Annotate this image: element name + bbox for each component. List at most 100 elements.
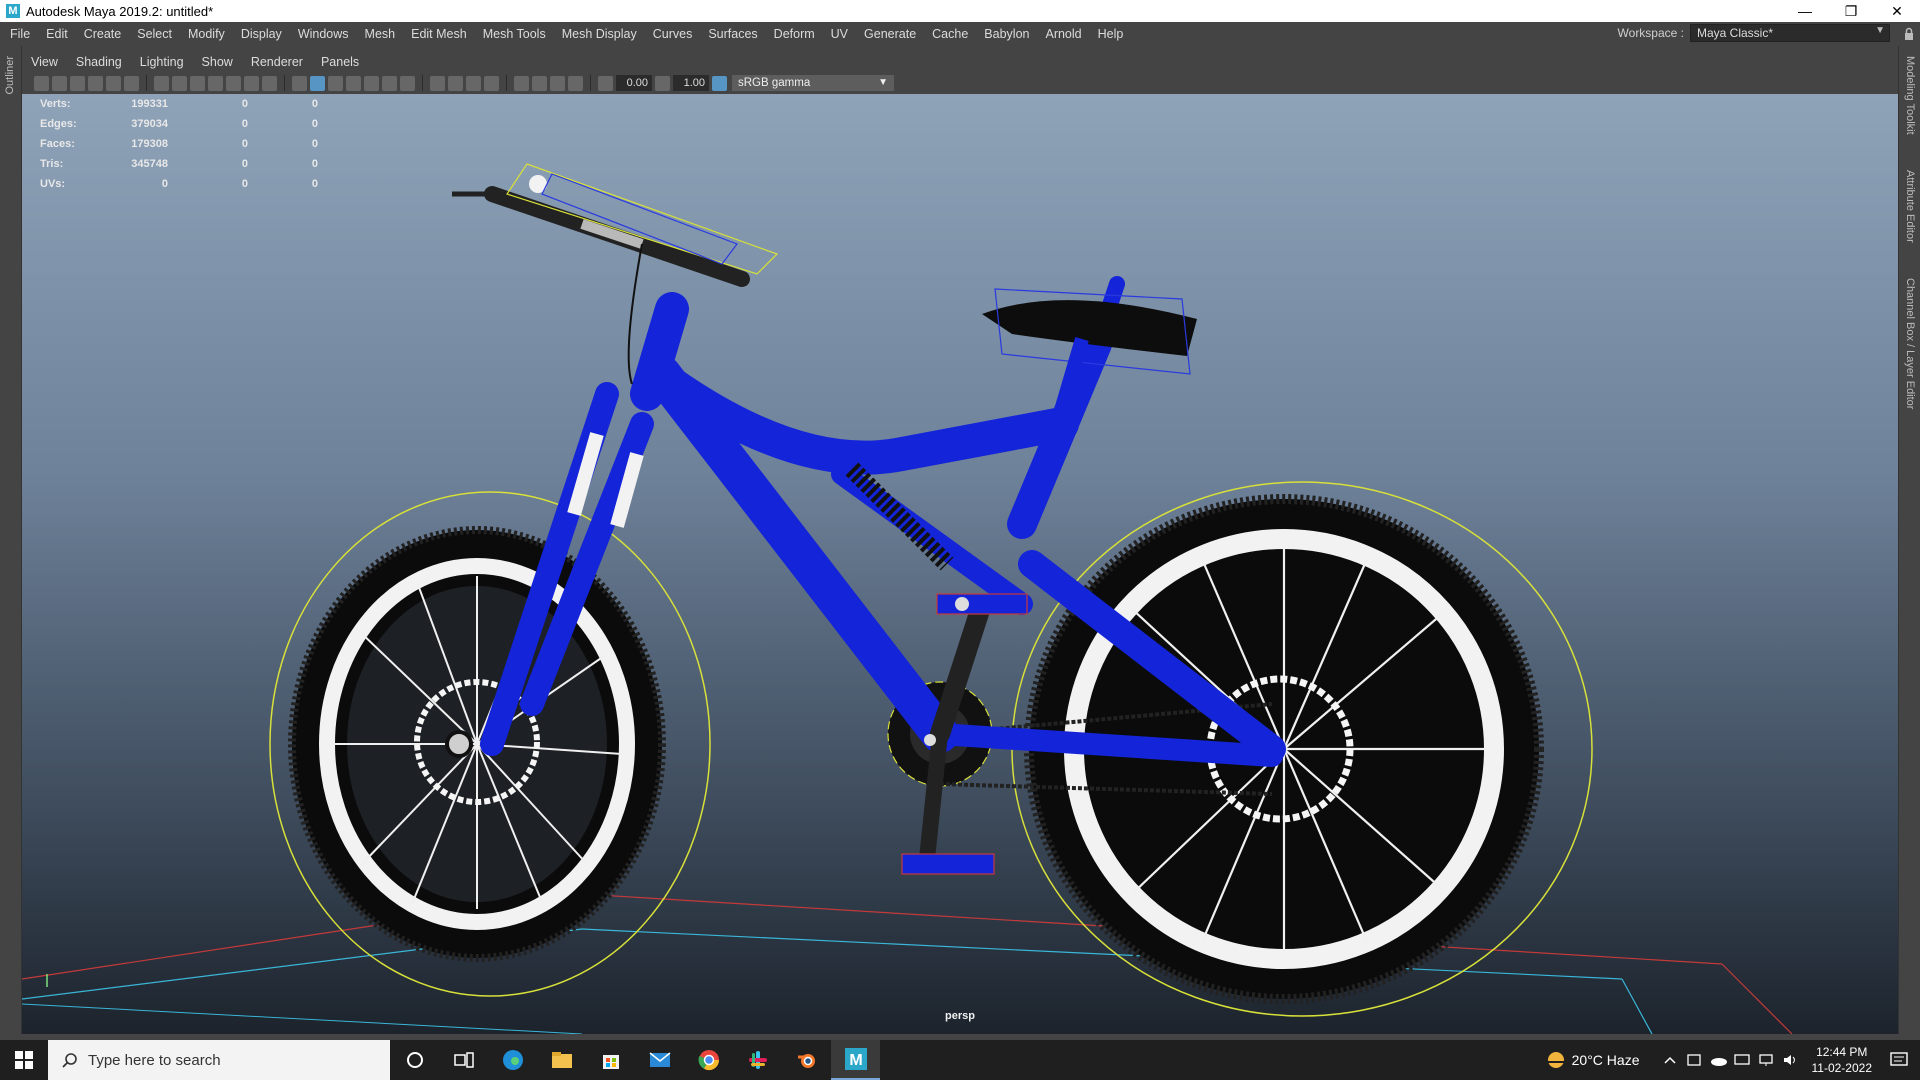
safe-title-icon[interactable]: [262, 75, 277, 91]
lock-icon[interactable]: [1904, 27, 1914, 40]
exposure-icon[interactable]: [598, 75, 613, 91]
onedrive-icon[interactable]: [1710, 1052, 1727, 1068]
menu-select[interactable]: Select: [129, 27, 180, 41]
minimize-icon[interactable]: —: [1782, 0, 1828, 22]
chrome-icon[interactable]: [684, 1040, 733, 1080]
windows-start-icon[interactable]: [0, 1040, 48, 1080]
menu-create[interactable]: Create: [76, 27, 130, 41]
shadows-icon[interactable]: [382, 75, 397, 91]
edge-icon[interactable]: [488, 1040, 537, 1080]
menu-surfaces[interactable]: Surfaces: [700, 27, 765, 41]
bike-scene[interactable]: [22, 94, 1898, 1034]
menu-edit-mesh[interactable]: Edit Mesh: [403, 27, 475, 41]
menu-mesh[interactable]: Mesh: [357, 27, 404, 41]
menu-mesh-display[interactable]: Mesh Display: [554, 27, 645, 41]
2d-pan-zoom-icon[interactable]: [106, 75, 121, 91]
panel-menu-panels[interactable]: Panels: [312, 55, 368, 69]
meet-now-icon[interactable]: [1686, 1052, 1702, 1068]
menu-babylon[interactable]: Babylon: [976, 27, 1037, 41]
attribute-editor-tab[interactable]: Attribute Editor: [1904, 170, 1916, 243]
outliner-strip[interactable]: Outliner: [0, 46, 22, 1048]
notifications-icon[interactable]: [1890, 1052, 1908, 1068]
exposure-field[interactable]: 0.00: [616, 75, 652, 91]
gamma-field[interactable]: 1.00: [673, 75, 709, 91]
bookmarks-icon[interactable]: [70, 75, 85, 91]
menu-cache[interactable]: Cache: [924, 27, 976, 41]
maya-icon[interactable]: M: [831, 1040, 880, 1080]
weather-widget[interactable]: 20°C Haze: [1546, 1050, 1640, 1070]
field-chart-icon[interactable]: [226, 75, 241, 91]
select-camera-icon[interactable]: [34, 75, 49, 91]
camera-attributes-icon[interactable]: [52, 75, 67, 91]
mail-icon[interactable]: [635, 1040, 684, 1080]
store-icon[interactable]: [586, 1040, 635, 1080]
toolbar-divider: [590, 75, 591, 91]
view-transform-select[interactable]: sRGB gamma ▼: [732, 75, 894, 91]
menu-uv[interactable]: UV: [823, 27, 856, 41]
weather-haze-icon: [1547, 1052, 1564, 1068]
smooth-shade-icon[interactable]: [310, 75, 325, 91]
isolate-select-icon[interactable]: [484, 75, 499, 91]
wireframe-on-shaded-icon[interactable]: [328, 75, 343, 91]
menu-edit[interactable]: Edit: [38, 27, 76, 41]
grease-pencil-icon[interactable]: [124, 75, 139, 91]
panel-menu-lighting[interactable]: Lighting: [131, 55, 193, 69]
menu-mesh-tools[interactable]: Mesh Tools: [475, 27, 554, 41]
gate-mask-icon[interactable]: [208, 75, 223, 91]
textured-icon[interactable]: [346, 75, 361, 91]
menu-arnold[interactable]: Arnold: [1037, 27, 1089, 41]
handlebar[interactable]: [452, 163, 779, 385]
hud-value: 0: [241, 178, 248, 190]
blender-icon[interactable]: [782, 1040, 831, 1080]
multisample-aa-icon[interactable]: [448, 75, 463, 91]
grid-icon[interactable]: [154, 75, 169, 91]
cortana-icon[interactable]: [390, 1040, 439, 1080]
gamma-icon[interactable]: [655, 75, 670, 91]
hud-value: 179308: [131, 138, 168, 150]
task-view-icon[interactable]: [439, 1040, 488, 1080]
panel-menu-view[interactable]: View: [22, 55, 67, 69]
menu-windows[interactable]: Windows: [290, 27, 357, 41]
xray-active-components-icon[interactable]: [532, 75, 547, 91]
wireframe-icon[interactable]: [292, 75, 307, 91]
file-explorer-icon[interactable]: [537, 1040, 586, 1080]
hud-label: Edges:: [40, 118, 77, 130]
panel-menu-shading[interactable]: Shading: [67, 55, 131, 69]
channel-box-tab[interactable]: Channel Box / Layer Editor: [1904, 278, 1916, 409]
front-wheel[interactable]: [288, 526, 666, 962]
close-icon[interactable]: ✕: [1874, 0, 1920, 22]
menu-modify[interactable]: Modify: [180, 27, 233, 41]
backface-culling-icon[interactable]: [568, 75, 583, 91]
depth-of-field-icon[interactable]: [466, 75, 481, 91]
modeling-toolkit-tab[interactable]: Modeling Toolkit: [1904, 56, 1916, 135]
xray-joints-icon[interactable]: [550, 75, 565, 91]
perspective-viewport[interactable]: Verts: 199331 0 0 Edges: 379034 0 0 Face…: [22, 94, 1898, 1034]
display-icon[interactable]: [1733, 1052, 1750, 1068]
menu-display[interactable]: Display: [233, 27, 290, 41]
panel-menu-show[interactable]: Show: [193, 55, 242, 69]
restore-icon[interactable]: ❐: [1828, 0, 1874, 22]
outliner-tab[interactable]: Outliner: [4, 56, 16, 95]
color-management-icon[interactable]: [712, 75, 727, 91]
menu-file[interactable]: File: [0, 27, 38, 41]
chevron-up-icon[interactable]: [1662, 1052, 1678, 1068]
menu-help[interactable]: Help: [1090, 27, 1132, 41]
taskbar-search-box[interactable]: Type here to search: [48, 1040, 390, 1080]
slack-icon[interactable]: [733, 1040, 782, 1080]
taskbar-clock[interactable]: 12:44 PM 11-02-2022: [1812, 1044, 1873, 1076]
volume-icon[interactable]: [1782, 1052, 1798, 1068]
image-plane-icon[interactable]: [88, 75, 103, 91]
xray-icon[interactable]: [514, 75, 529, 91]
use-all-lights-icon[interactable]: [364, 75, 379, 91]
menu-curves[interactable]: Curves: [645, 27, 701, 41]
motion-blur-icon[interactable]: [430, 75, 445, 91]
screen-space-ao-icon[interactable]: [400, 75, 415, 91]
resolution-gate-icon[interactable]: [190, 75, 205, 91]
panel-menu-renderer[interactable]: Renderer: [242, 55, 312, 69]
menu-generate[interactable]: Generate: [856, 27, 924, 41]
menu-deform[interactable]: Deform: [766, 27, 823, 41]
network-icon[interactable]: [1758, 1052, 1774, 1068]
safe-action-icon[interactable]: [244, 75, 259, 91]
film-gate-icon[interactable]: [172, 75, 187, 91]
workspace-select[interactable]: Maya Classic* ▼: [1690, 24, 1890, 42]
